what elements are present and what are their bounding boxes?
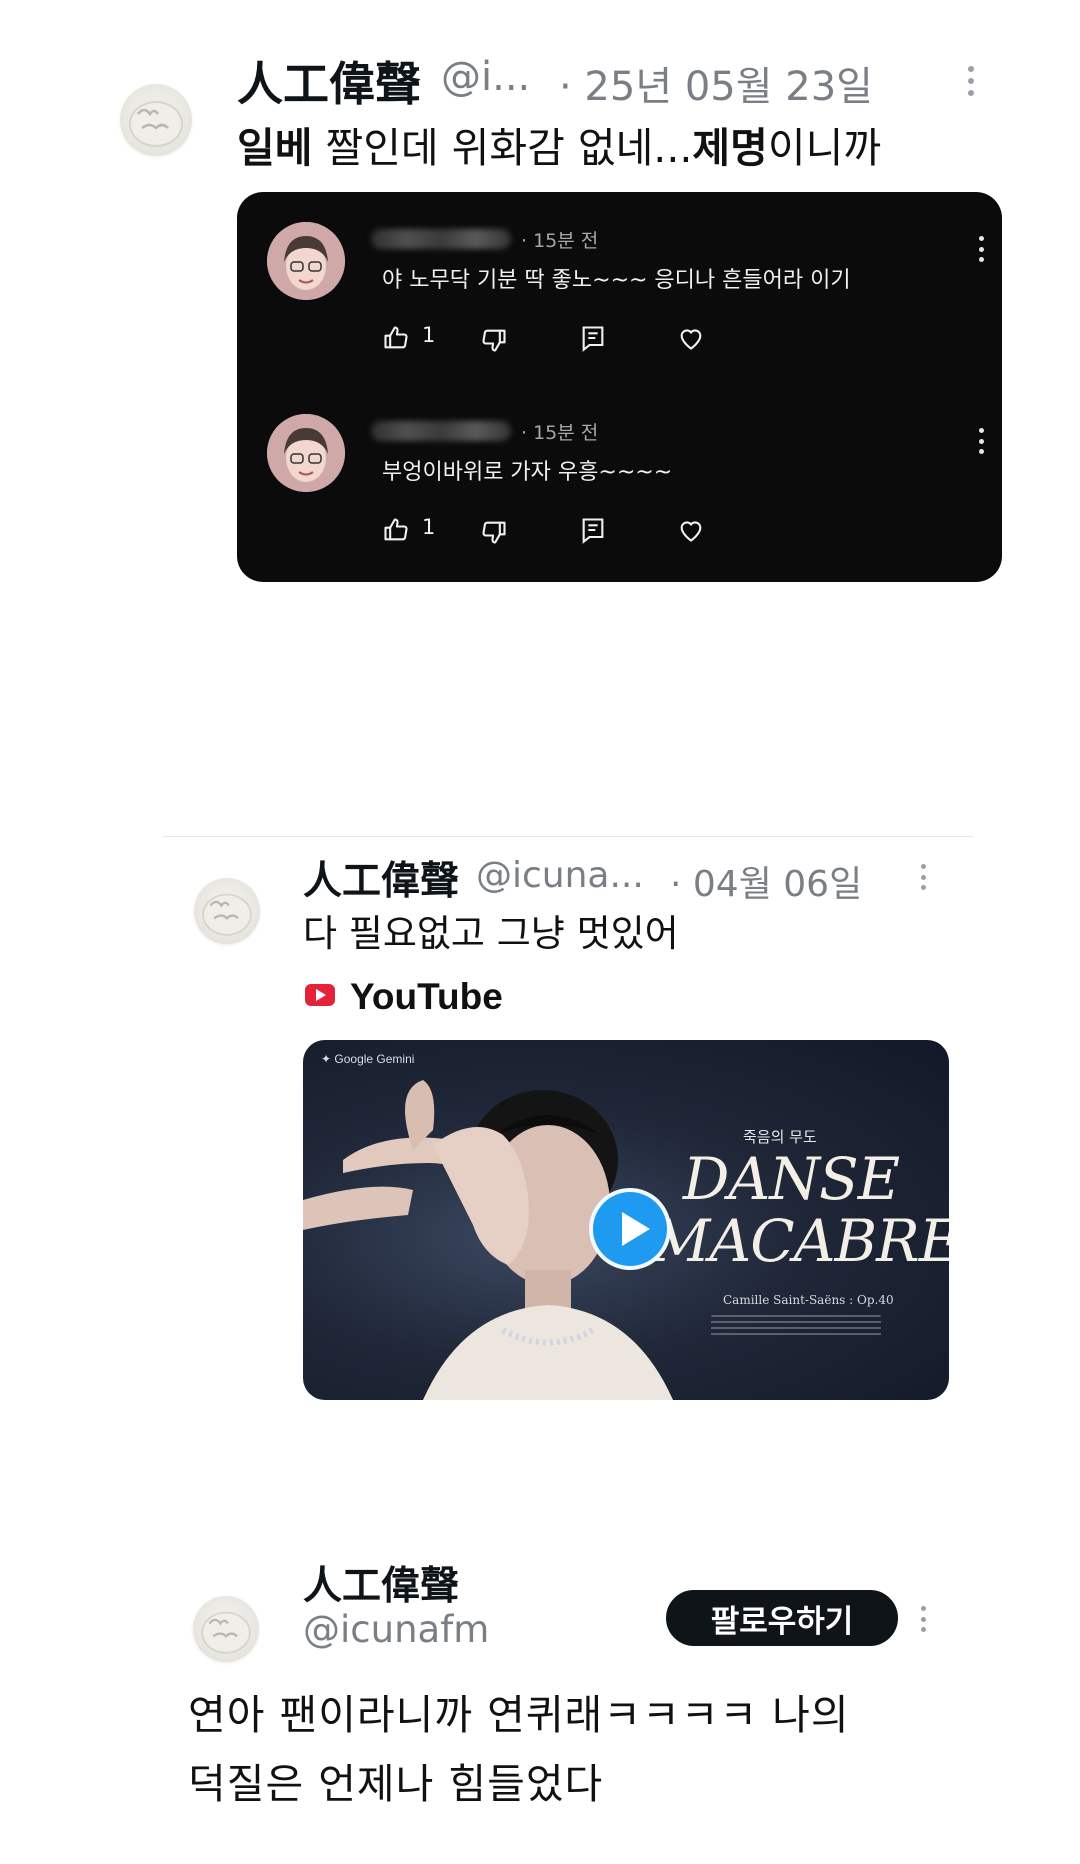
avatar[interactable]	[193, 1596, 259, 1662]
video-title-line: MACABRE	[651, 1207, 949, 1275]
comment-author-name[interactable]	[371, 421, 511, 441]
tweet-text: 덕질은 언제나 힘들었다	[188, 1760, 604, 1808]
reply-icon[interactable]	[579, 324, 607, 352]
tweet-text-span: 짤인데 위화감 없네...	[312, 124, 693, 172]
tweet-date[interactable]: · 25년 05월 23일	[559, 54, 873, 112]
video-credit: Camille Saint-Saëns : Op.40	[723, 1293, 894, 1307]
tweet-text: 일베 짤인데 위화감 없네...제명이니까	[237, 114, 881, 174]
tweet-text-bold: 일베	[237, 124, 313, 172]
thumbs-down-icon[interactable]	[480, 518, 508, 546]
tweet-text-bold: 제명	[692, 124, 768, 172]
video-thumbnail[interactable]: ✦ Google Gemini 죽음의 무도 DANSE MACABRE Cam…	[303, 1040, 949, 1400]
thumbs-down-icon[interactable]	[480, 326, 508, 354]
user-handle[interactable]: @i...	[441, 54, 530, 100]
more-options-icon[interactable]	[917, 1606, 929, 1632]
tweet-text: 연아 팬이라니까 연퀴래ㅋㅋㅋㅋ 나의	[188, 1691, 850, 1739]
video-brand: ✦ Google Gemini	[321, 1052, 415, 1066]
display-name[interactable]: 人工偉聲	[303, 850, 459, 906]
comment-time: · 15분 전	[521, 422, 599, 444]
tweet-text-span: 이니까	[767, 124, 882, 172]
comment-avatar[interactable]	[267, 222, 345, 300]
video-title-line: DANSE	[682, 1145, 900, 1213]
thumbs-up-icon[interactable]	[382, 324, 410, 352]
comment-text: 부엉이바위로 가자 우흥~~~~	[382, 460, 673, 485]
more-options-icon[interactable]	[978, 236, 984, 262]
youtube-logo-icon	[305, 984, 335, 1006]
display-name[interactable]: 人工偉聲	[237, 48, 421, 114]
avatar[interactable]	[120, 84, 192, 156]
tweet-date[interactable]: · 04월 06일	[670, 855, 862, 907]
display-name[interactable]: 人工偉聲	[303, 1555, 459, 1611]
follow-button[interactable]: 팔로우하기	[666, 1590, 898, 1646]
like-count: 1	[422, 323, 436, 347]
more-options-icon[interactable]	[917, 864, 929, 890]
comment-text: 야 노무닥 기분 딱 좋노~~~ 응디나 흔들어라 이기	[382, 268, 851, 293]
comment-time: · 15분 전	[521, 230, 599, 252]
comment-author-name[interactable]	[371, 229, 511, 249]
like-count: 1	[422, 515, 436, 539]
video-title: DANSE MACABRE	[651, 1145, 949, 1275]
user-handle[interactable]: @icuna...	[476, 855, 644, 896]
thumbs-up-icon[interactable]	[382, 516, 410, 544]
link-source-label[interactable]: YouTube	[350, 976, 503, 1018]
heart-icon[interactable]	[677, 324, 705, 352]
user-handle[interactable]: @icunafm	[303, 1608, 489, 1651]
embedded-comment-card: · 15분 전 야 노무닥 기분 딱 좋노~~~ 응디나 흔들어라 이기 1 ·…	[237, 192, 1002, 582]
tweet-divider	[163, 836, 973, 837]
comment-avatar[interactable]	[267, 414, 345, 492]
play-button[interactable]	[589, 1188, 671, 1270]
more-options-icon[interactable]	[978, 428, 984, 454]
reply-icon[interactable]	[579, 516, 607, 544]
heart-icon[interactable]	[677, 516, 705, 544]
avatar[interactable]	[194, 878, 260, 944]
more-options-icon[interactable]	[965, 66, 977, 96]
video-fine-print	[711, 1315, 881, 1337]
video-subtitle: 죽음의 무도	[743, 1128, 817, 1146]
tweet-text: 다 필요없고 그냥 멋있어	[303, 912, 679, 955]
